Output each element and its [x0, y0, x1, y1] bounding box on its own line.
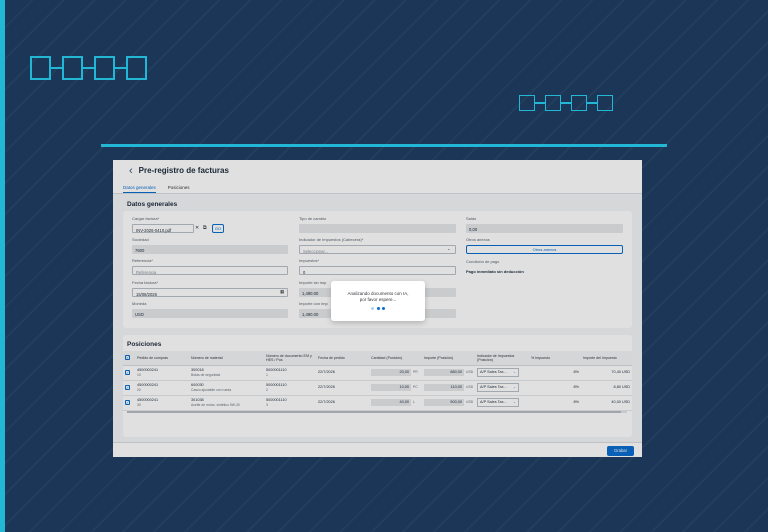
loading-spinner: [331, 307, 425, 310]
decorative-horizontal-line: [101, 144, 667, 147]
loading-dot: [376, 307, 380, 310]
decorative-left-stripe: [0, 0, 5, 532]
decorative-chain-small: [519, 95, 613, 111]
loading-dialog: Analizando documento con IA, por favor e…: [331, 281, 425, 321]
decorative-chain-large: [30, 56, 147, 80]
loading-message-line2: por favor espere...: [359, 297, 397, 302]
loading-message: Analizando documento con IA, por favor e…: [331, 281, 425, 303]
loading-dot: [381, 307, 385, 310]
loading-dot: [371, 307, 375, 310]
